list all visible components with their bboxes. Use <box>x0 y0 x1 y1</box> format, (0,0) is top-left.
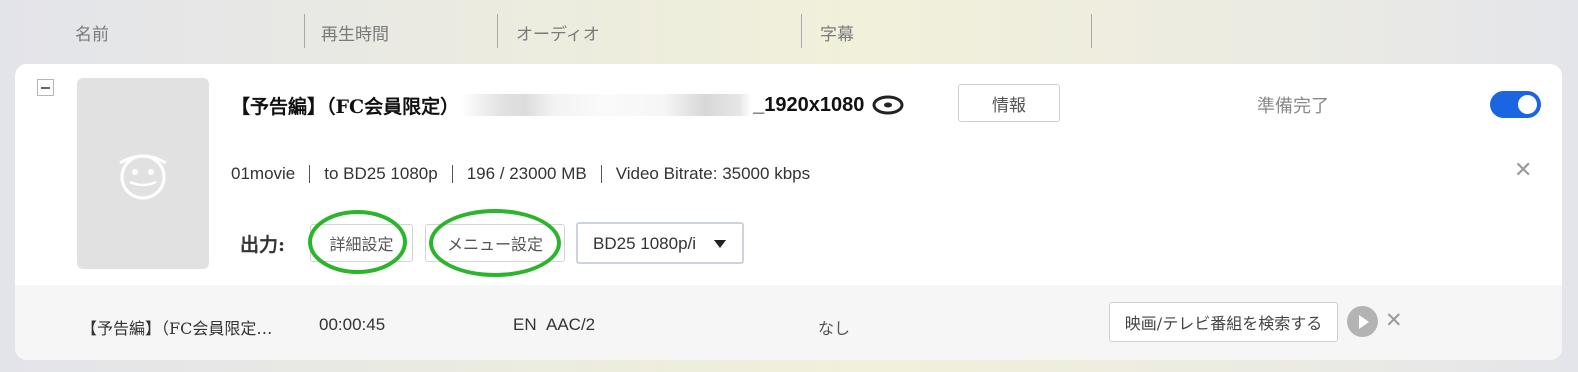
output-label: 出力: <box>240 234 286 256</box>
advanced-settings-button[interactable]: 詳細設定 <box>310 224 413 262</box>
track-audio-codec[interactable]: AAC/2 <box>546 315 595 335</box>
collapse-button[interactable] <box>37 79 54 96</box>
column-divider <box>497 14 498 48</box>
output-format-select[interactable]: BD25 1080p/i <box>576 222 744 264</box>
title-prefix: 【予告編】（FC会員限定） <box>231 95 460 118</box>
column-divider <box>304 14 305 48</box>
track-duration: 00:00:45 <box>319 315 386 334</box>
search-title-button[interactable]: 映画/テレビ番組を検索する <box>1109 302 1338 342</box>
redacted-title-segment <box>461 94 752 116</box>
meta-divider <box>309 165 311 183</box>
meta-target: to BD25 1080p <box>324 164 438 183</box>
meta-divider <box>451 165 453 183</box>
column-subtitle: 字幕 <box>820 25 854 45</box>
output-format-value: BD25 1080p/i <box>593 234 697 253</box>
video-meta: 01movie to BD25 1080p 196 / 23000 MB Vid… <box>231 164 810 184</box>
column-divider <box>801 14 802 48</box>
menu-settings-button[interactable]: メニュー設定 <box>425 224 565 262</box>
remove-track-icon[interactable]: ✕ <box>1385 310 1403 331</box>
meta-size: 196 / 23000 MB <box>466 164 587 183</box>
track-audio-lang[interactable]: EN <box>513 315 537 335</box>
column-name: 名前 <box>75 25 109 45</box>
column-header: 名前 再生時間 オーディオ 字幕 <box>0 0 1578 62</box>
track-name: 【予告編】（FC会員限定… <box>81 319 273 338</box>
play-icon[interactable] <box>1347 306 1378 337</box>
column-audio: オーディオ <box>516 25 600 45</box>
video-thumbnail[interactable] <box>77 78 209 269</box>
video-placeholder-icon <box>119 154 167 200</box>
enable-toggle[interactable] <box>1490 91 1541 118</box>
video-title: 【予告編】（FC会員限定） _1920x1080 <box>231 90 904 120</box>
info-button[interactable]: 情報 <box>958 84 1060 122</box>
meta-divider <box>600 165 602 183</box>
meta-bitrate: Video Bitrate: 35000 kbps <box>615 164 811 183</box>
bluray-disc-icon <box>872 95 904 115</box>
track-subtitle[interactable]: なし <box>818 315 850 339</box>
status-label: 準備完了 <box>1257 96 1329 117</box>
column-divider <box>1091 14 1092 48</box>
title-suffix: _1920x1080 <box>753 93 865 116</box>
meta-source: 01movie <box>231 164 296 183</box>
column-duration: 再生時間 <box>321 25 389 45</box>
track-row: 【予告編】（FC会員限定… 00:00:45 EN AAC/2 なし 映画/テレ… <box>15 285 1562 360</box>
chevron-down-icon <box>714 240 726 248</box>
media-item-card: 【予告編】（FC会員限定） _1920x1080 情報 準備完了 01movie… <box>15 64 1562 360</box>
remove-item-icon[interactable]: ✕ <box>1514 160 1532 182</box>
